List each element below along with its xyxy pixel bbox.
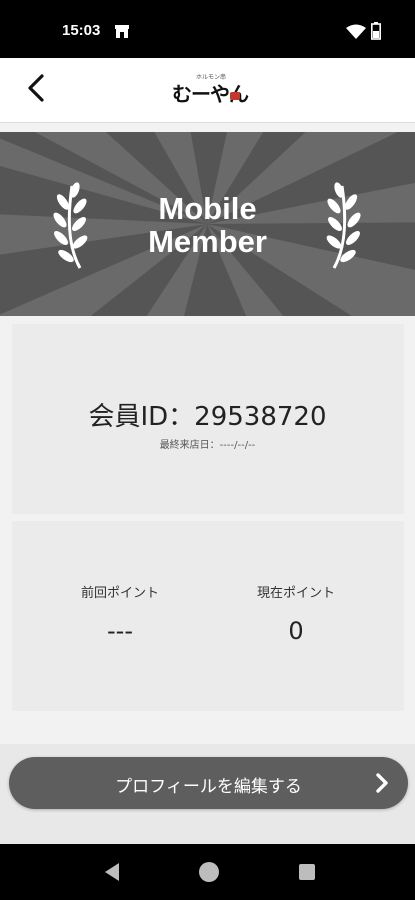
previous-points-value: --- (107, 617, 133, 645)
last-visit-date: 最終来店日：----/--/-- (159, 440, 256, 451)
current-points-label: 現在ポイント (256, 586, 335, 601)
member-id: 会員ID：29538720 (88, 402, 327, 432)
status-time: 15:03 (62, 22, 101, 39)
square-recents-icon[interactable] (296, 860, 318, 888)
edit-profile-label: プロフィールを編集する (115, 777, 302, 797)
logo-mark (230, 92, 240, 100)
chevron-right-icon (373, 771, 391, 799)
brand-logo: ホルモン串 むーやん (170, 70, 249, 110)
system-nav-bar (0, 844, 415, 900)
current-points-value: 0 (288, 617, 304, 645)
current-points: 現在ポイント 0 (206, 582, 386, 645)
triangle-back-icon[interactable] (101, 860, 123, 888)
wifi-icon (346, 24, 366, 44)
banner-title: Mobile Member (0, 192, 415, 258)
previous-points-label: 前回ポイント (80, 586, 159, 601)
banner-title-line2: Member (148, 224, 267, 259)
circle-home-icon[interactable] (197, 860, 221, 888)
previous-points: 前回ポイント --- (30, 582, 210, 645)
battery-icon (371, 22, 381, 44)
app-header: ホルモン串 むーやん (0, 58, 415, 123)
edit-profile-button[interactable]: プロフィールを編集する (9, 757, 408, 809)
banner-title-line1: Mobile (158, 191, 257, 226)
store-icon (114, 23, 130, 43)
back-button[interactable] (14, 68, 58, 112)
status-bar: 15:03 (0, 0, 415, 58)
chevron-left-icon (25, 73, 47, 107)
